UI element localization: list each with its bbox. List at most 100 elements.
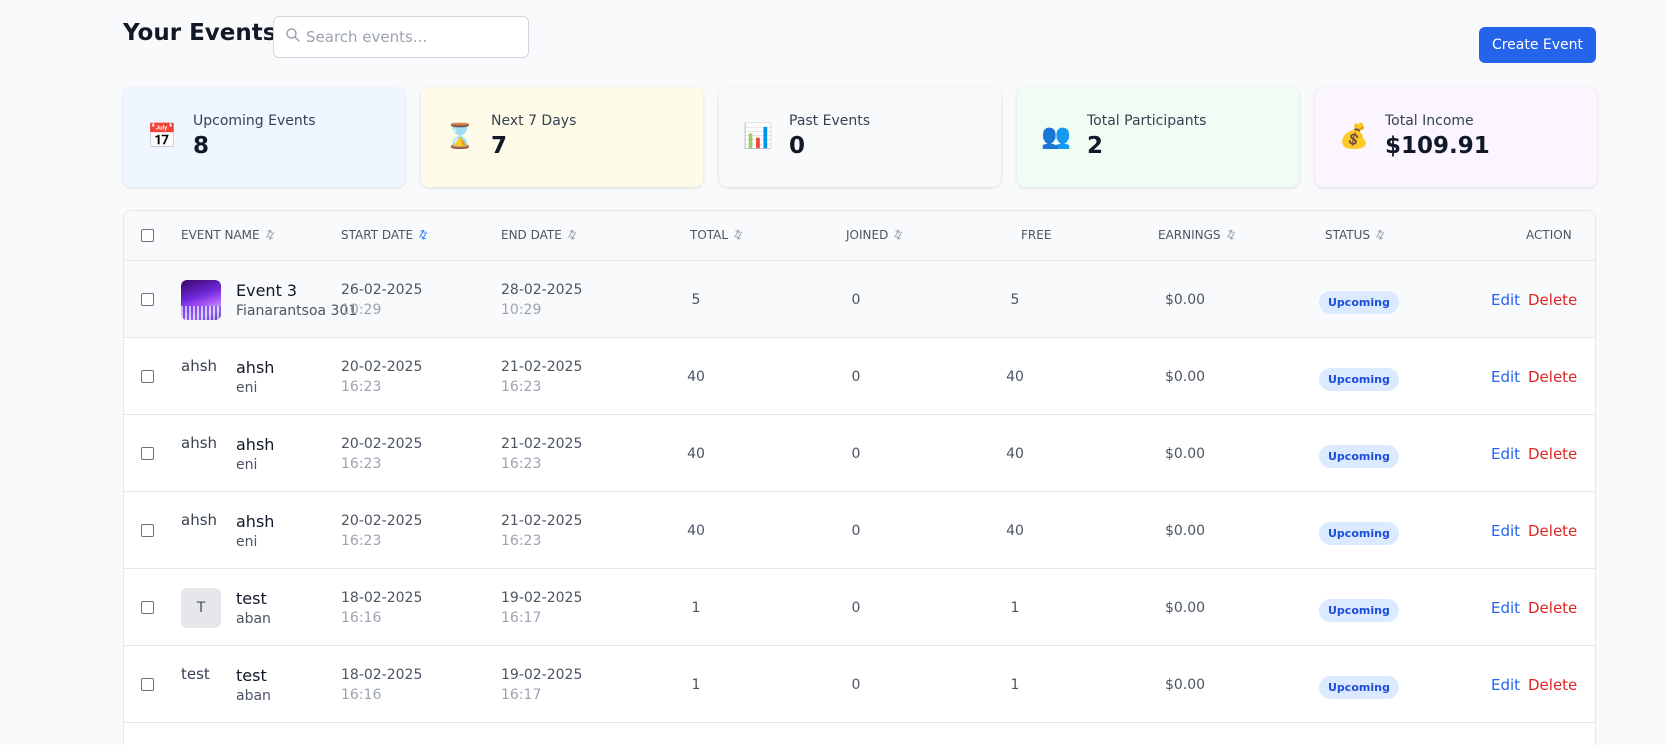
end-time: 10:29 [501, 302, 542, 318]
delete-link[interactable]: Delete [1528, 599, 1577, 617]
col-joined[interactable]: JOINED ⇅ [846, 226, 906, 243]
sort-icon: ⇅ [261, 226, 278, 244]
money-bag-icon: 💰 [1339, 122, 1369, 150]
col-event-name[interactable]: EVENT NAME ⇅ [181, 226, 278, 244]
stats-row: 📅 Upcoming Events 8 ⌛ Next 7 Days 7 📊 Past Even… [123, 87, 1597, 187]
start-date: 18-02-2025 [341, 590, 423, 606]
status-badge: Upcoming [1319, 445, 1399, 468]
row-checkbox[interactable] [141, 293, 154, 306]
table-row[interactable]: Ttest aban 18-02-2025 16:16 19-02-2025 16:17 1… [124, 569, 1595, 646]
joined-count: 0 [851, 292, 861, 308]
earnings-value: $0.00 [1164, 600, 1206, 616]
sort-icon: ⇅ [415, 226, 431, 244]
start-date: 20-02-2025 [341, 359, 423, 375]
col-status[interactable]: STATUS ⇅ [1325, 226, 1388, 244]
earnings-value: $0.00 [1164, 369, 1206, 385]
event-name[interactable]: ahsh [236, 358, 274, 377]
stat-value: $109.91 [1385, 133, 1490, 159]
end-time: 16:17 [501, 687, 542, 703]
event-location: eni [236, 380, 258, 396]
delete-link[interactable]: Delete [1528, 676, 1577, 694]
table-header: EVENT NAME ⇅ START DATE ⇅ END DATE ⇅ TOTAL ⇅… [124, 211, 1595, 261]
status-badge: Upcoming [1319, 291, 1399, 314]
row-checkbox[interactable] [141, 447, 154, 460]
row-checkbox[interactable] [141, 678, 154, 691]
search-input[interactable] [306, 26, 520, 48]
stat-label: Total Income [1385, 113, 1474, 129]
edit-link[interactable]: Edit [1491, 676, 1520, 694]
edit-link[interactable]: Edit [1491, 445, 1520, 463]
select-all-checkbox[interactable] [141, 229, 154, 242]
total-count: 5 [691, 292, 701, 308]
table-row[interactable]: Event 3 Fianarantsoa 301 26-02-2025 10:29 28… [124, 261, 1595, 338]
earnings-value: $0.00 [1164, 446, 1206, 462]
col-total[interactable]: TOTAL ⇅ [690, 226, 746, 243]
status-badge: Upcoming [1319, 522, 1399, 545]
delete-link[interactable]: Delete [1528, 522, 1577, 540]
end-time: 16:17 [501, 610, 542, 626]
search-box[interactable] [273, 16, 529, 58]
row-checkbox[interactable] [141, 370, 154, 383]
end-time: 16:23 [501, 456, 542, 472]
delete-link[interactable]: Delete [1528, 445, 1577, 463]
col-earnings[interactable]: EARNINGS ⇅ [1158, 226, 1238, 243]
table-row[interactable]: ahsh ahsh eni 20-02-2025 16:23 21-02-2025 16:2… [124, 492, 1595, 569]
stat-card: 👥 Total Participants 2 [1017, 87, 1299, 187]
start-time: 16:16 [341, 610, 382, 626]
free-count: 1 [1010, 600, 1020, 616]
start-time: 16:23 [341, 379, 382, 395]
stat-value: 7 [491, 133, 508, 159]
free-count: 40 [1006, 369, 1024, 385]
total-count: 40 [687, 446, 705, 462]
joined-count: 0 [851, 446, 861, 462]
end-date: 21-02-2025 [501, 359, 583, 375]
table-row[interactable]: ahsh ahsh eni 20-02-2025 16:23 21-02-2025 16:2… [124, 415, 1595, 492]
joined-count: 0 [851, 523, 861, 539]
event-name[interactable]: Event 3 [236, 281, 297, 300]
col-start-date[interactable]: START DATE ⇅ [341, 226, 431, 244]
start-date: 18-02-2025 [341, 667, 423, 683]
start-date: 26-02-2025 [341, 282, 423, 298]
people-icon: 👥 [1041, 122, 1071, 150]
col-free: FREE [1021, 228, 1052, 242]
table-row[interactable]: test test aban 18-02-2025 16:16 19-02-2025 16:… [124, 646, 1595, 723]
stat-label: Next 7 Days [491, 113, 577, 129]
edit-link[interactable]: Edit [1491, 599, 1520, 617]
events-table: EVENT NAME ⇅ START DATE ⇅ END DATE ⇅ TOTAL ⇅… [123, 210, 1596, 745]
stat-value: 8 [193, 133, 210, 159]
end-date: 21-02-2025 [501, 513, 583, 529]
event-name[interactable]: ahsh [236, 512, 274, 531]
stat-label: Past Events [789, 113, 871, 129]
edit-link[interactable]: Edit [1491, 291, 1520, 309]
col-action: ACTION [1526, 228, 1572, 242]
end-date: 28-02-2025 [501, 282, 583, 298]
end-date: 19-02-2025 [501, 667, 583, 683]
total-count: 40 [687, 523, 705, 539]
hourglass-icon: ⌛ [445, 122, 475, 150]
search-icon [286, 28, 300, 42]
sort-icon: ⇅ [1372, 226, 1388, 244]
event-name[interactable]: ahsh [236, 435, 274, 454]
create-event-button[interactable]: Create Event [1479, 27, 1596, 63]
page-title: Your Events [123, 20, 277, 46]
event-name[interactable]: test [236, 666, 267, 685]
joined-count: 0 [851, 677, 861, 693]
event-name[interactable]: test [236, 589, 267, 608]
event-location: Fianarantsoa 301 [236, 303, 358, 319]
bar-chart-icon: 📊 [743, 122, 773, 150]
event-avatar: T [181, 588, 221, 628]
earnings-value: $0.00 [1164, 677, 1206, 693]
delete-link[interactable]: Delete [1528, 368, 1577, 386]
delete-link[interactable]: Delete [1528, 291, 1577, 309]
col-end-date[interactable]: END DATE ⇅ [501, 226, 580, 244]
event-thumbnail [181, 280, 221, 320]
joined-count: 0 [851, 369, 861, 385]
table-row[interactable]: ahsh ahsh eni 20-02-2025 16:23 21-02-2025 16:2… [124, 338, 1595, 415]
edit-link[interactable]: Edit [1491, 522, 1520, 540]
row-checkbox[interactable] [141, 601, 154, 614]
total-count: 40 [687, 369, 705, 385]
joined-count: 0 [851, 600, 861, 616]
edit-link[interactable]: Edit [1491, 368, 1520, 386]
sort-icon: ⇅ [564, 226, 580, 244]
row-checkbox[interactable] [141, 524, 154, 537]
